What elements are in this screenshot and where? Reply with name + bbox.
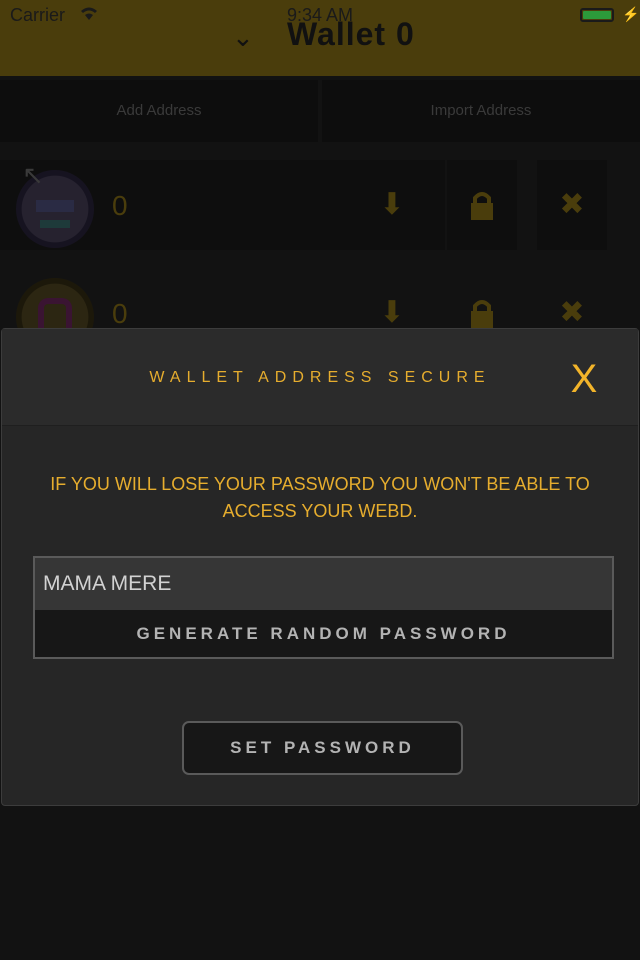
address-amount: 0 xyxy=(112,190,128,221)
chevron-down-icon[interactable]: ⌄ xyxy=(232,22,254,53)
generate-random-password-button[interactable]: GENERATE RANDOM PASSWORD xyxy=(35,610,612,657)
import-address-button[interactable]: Import Address xyxy=(322,80,640,142)
battery-icon xyxy=(580,8,614,22)
secure-address-modal: WALLET ADDRESS SECURE X IF YOU WILL LOSE… xyxy=(1,328,639,806)
lock-icon[interactable] xyxy=(447,160,517,250)
password-input[interactable] xyxy=(35,558,612,610)
wallet-title[interactable]: Wallet 0 xyxy=(287,16,415,53)
modal-header: WALLET ADDRESS SECURE X xyxy=(2,329,638,426)
charging-icon: ⚡ xyxy=(622,6,640,22)
arrow-icon: ↖ xyxy=(22,160,44,190)
modal-title: WALLET ADDRESS SECURE xyxy=(149,369,491,386)
password-box: GENERATE RANDOM PASSWORD xyxy=(33,556,614,659)
add-address-button[interactable]: Add Address xyxy=(0,80,318,142)
download-icon[interactable]: ⬇ xyxy=(357,160,427,250)
header-bar: Carrier 9:34 AM ⚡ ⌄ Wallet 0 xyxy=(0,0,640,76)
address-tabs: Add Address Import Address xyxy=(0,80,640,142)
remove-icon[interactable]: ✖ xyxy=(537,160,607,250)
address-row[interactable]: ↖ 0 ⬇ ✖ xyxy=(0,160,640,255)
address-amount: 0 xyxy=(112,298,128,329)
password-warning: IF YOU WILL LOSE YOUR PASSWORD YOU WON'T… xyxy=(50,474,590,521)
close-button[interactable]: X xyxy=(562,357,606,401)
set-password-button[interactable]: SET PASSWORD xyxy=(182,721,463,775)
